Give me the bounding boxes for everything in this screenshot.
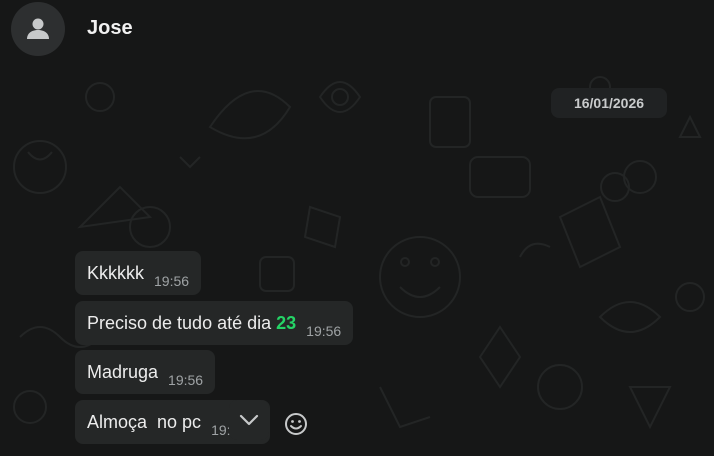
message-time: 19:56 xyxy=(168,372,204,388)
emoji-icon xyxy=(285,413,307,435)
contact-name[interactable]: Jose xyxy=(87,17,133,40)
chat-header: Jose xyxy=(0,0,714,57)
message-bubble[interactable]: Preciso de tudo até dia 23 19:56 xyxy=(75,301,354,345)
message-bubble[interactable]: Madruga 19:56 xyxy=(75,350,216,394)
message-text: Kkkkkk xyxy=(87,262,145,283)
message-text-part: Preciso de tudo até dia xyxy=(87,312,277,333)
chat-area: 16/01/2026 Kkkkkk 19:56 Preciso de tudo … xyxy=(0,57,714,456)
user-icon xyxy=(27,18,49,39)
message-highlight-number[interactable]: 23 xyxy=(276,313,296,333)
message-text: Madruga xyxy=(87,361,159,382)
message-text: Almoça no pc xyxy=(87,411,202,432)
message-text: Preciso de tudo até dia 23 xyxy=(87,313,296,334)
message-bubble[interactable]: Kkkkkk 19:56 xyxy=(75,251,202,295)
message-time: 19:56 xyxy=(154,273,190,289)
contact-avatar[interactable] xyxy=(11,2,65,56)
chevron-down-icon xyxy=(239,414,259,426)
scroll-down-button[interactable] xyxy=(229,400,269,440)
message-time: 19:56 xyxy=(306,323,342,339)
emoji-button[interactable] xyxy=(284,412,308,436)
date-divider: 16/01/2026 xyxy=(551,88,667,118)
